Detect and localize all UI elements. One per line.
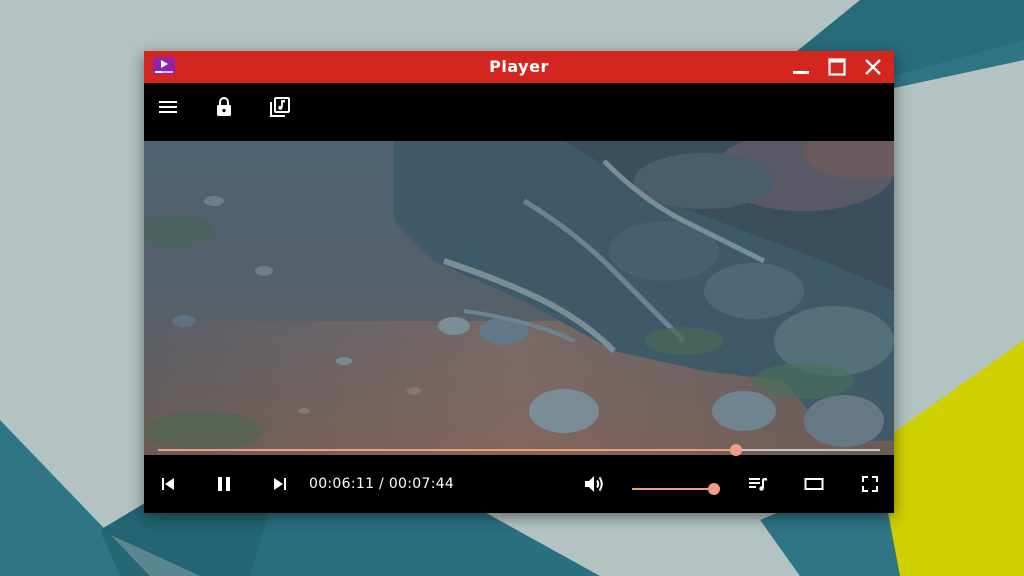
maximize-icon[interactable] (826, 57, 848, 77)
close-icon[interactable] (862, 57, 884, 77)
top-toolbar (144, 83, 894, 141)
volume-icon[interactable] (582, 472, 606, 496)
title-bar[interactable]: Player (144, 51, 894, 83)
seek-bar[interactable] (158, 444, 880, 456)
window-title: Player (489, 57, 549, 76)
lock-icon[interactable] (212, 95, 236, 119)
seek-handle[interactable] (729, 444, 742, 456)
pause-icon[interactable] (212, 472, 236, 496)
skip-next-icon[interactable] (268, 472, 292, 496)
music-library-icon[interactable] (268, 95, 292, 119)
time-separator: / (379, 476, 385, 492)
playlist-icon[interactable] (746, 472, 770, 496)
seek-progress (158, 449, 736, 451)
total-duration: 00:07:44 (388, 476, 455, 492)
video-frame[interactable] (144, 141, 894, 455)
bottom-controls: 00:06:11 / 00:07:44 (144, 455, 894, 513)
volume-slider[interactable] (632, 483, 720, 495)
volume-level (632, 488, 714, 490)
minimize-icon[interactable] (790, 57, 812, 77)
current-time: 00:06:11 (309, 476, 375, 492)
volume-handle[interactable] (708, 483, 720, 495)
fullscreen-icon[interactable] (858, 472, 882, 496)
menu-icon[interactable] (156, 95, 180, 119)
aspect-ratio-icon[interactable] (802, 472, 826, 496)
skip-previous-icon[interactable] (156, 472, 180, 496)
time-display: 00:06:11 / 00:07:44 (309, 455, 454, 513)
player-window: Player 00:06:11 / 00:07:44 (144, 51, 894, 513)
